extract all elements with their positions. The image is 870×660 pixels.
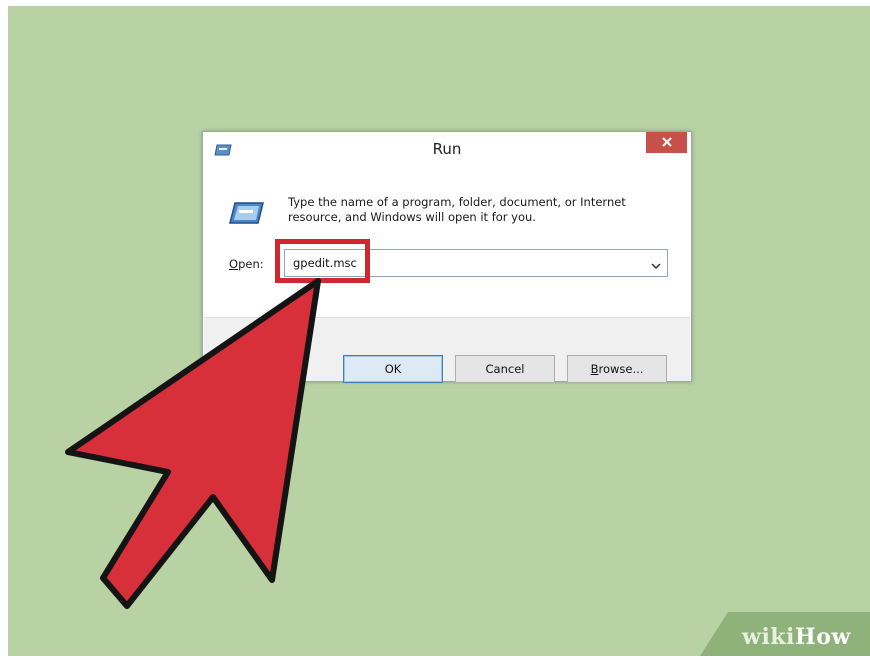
red-arrow-pointer xyxy=(65,278,321,609)
wikihow-watermark: wikiHow xyxy=(742,624,851,650)
watermark-wiki: wiki xyxy=(742,624,795,650)
arrow-shape xyxy=(65,278,321,609)
watermark-how: How xyxy=(794,624,851,650)
